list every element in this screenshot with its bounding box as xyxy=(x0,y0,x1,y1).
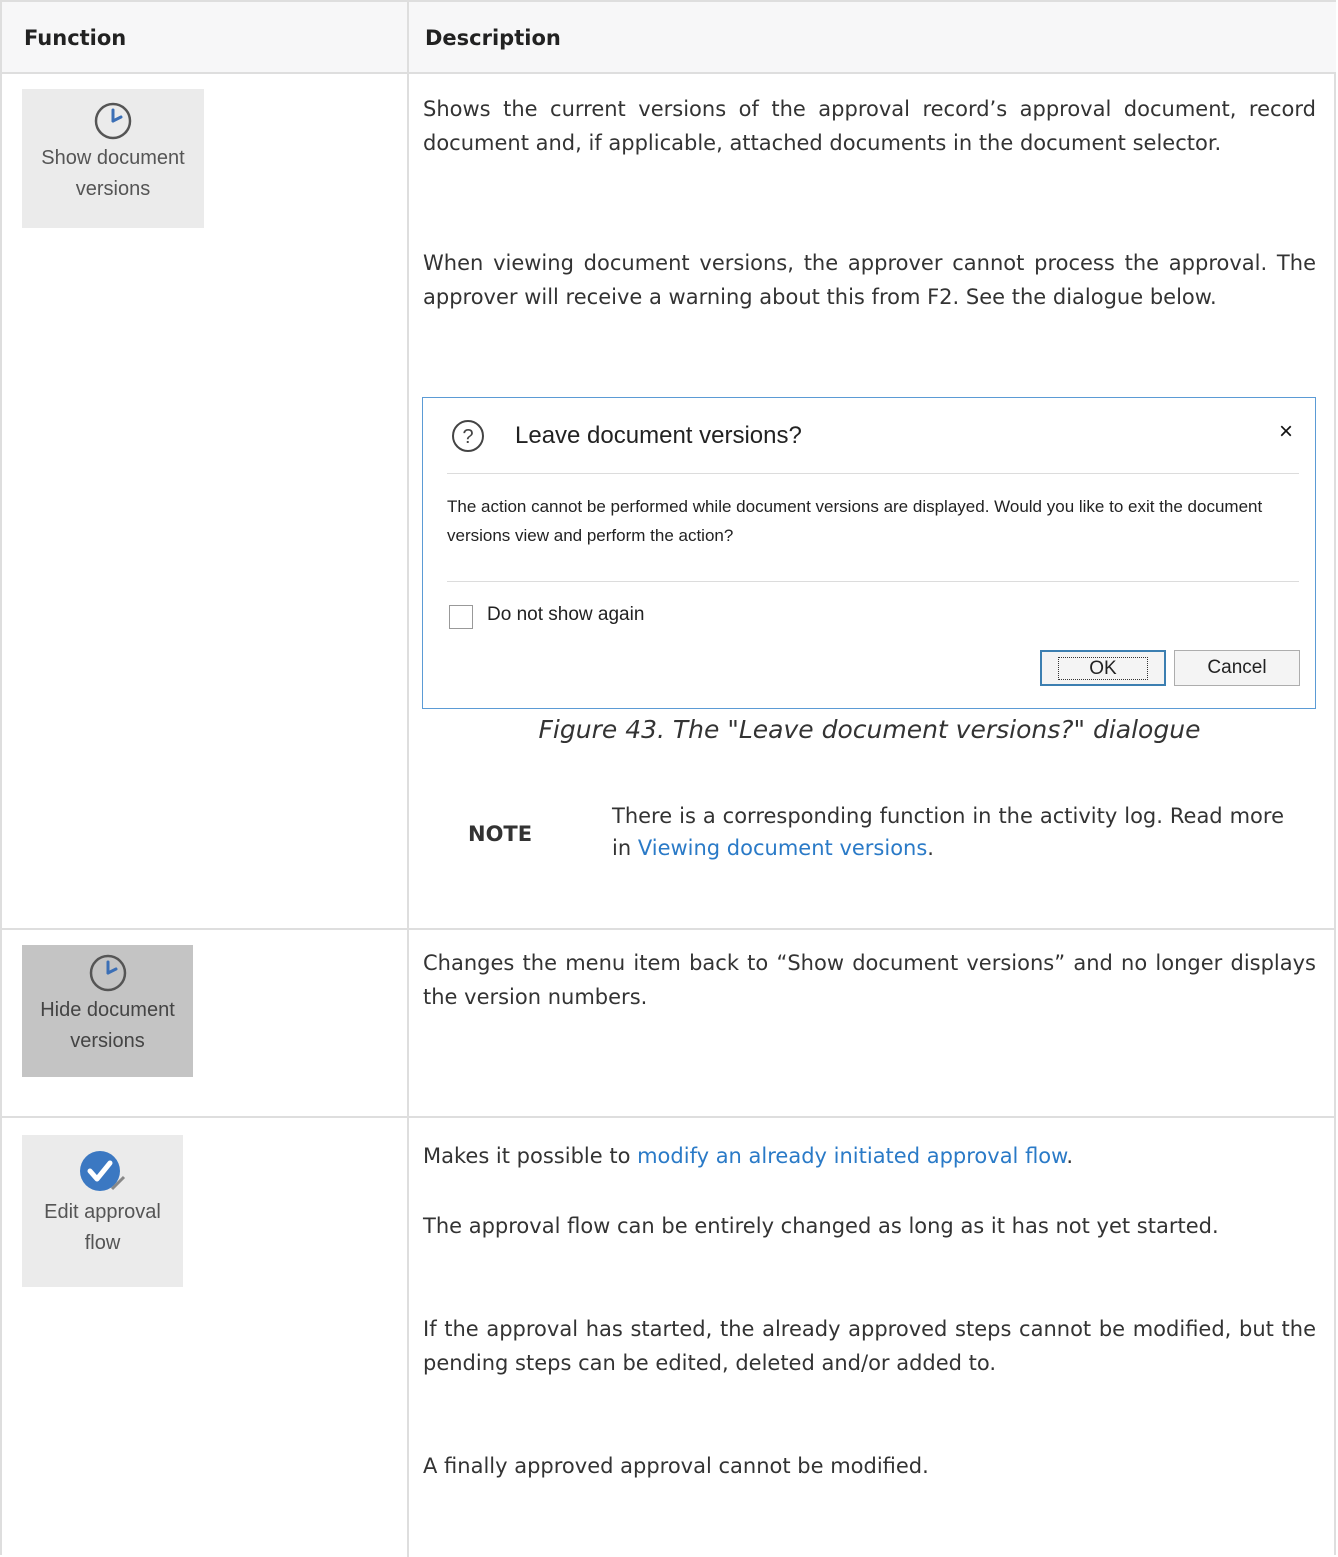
ok-button[interactable]: OK xyxy=(1040,650,1166,686)
button-label: versions xyxy=(70,1030,145,1052)
description-paragraph: If the approval has started, the already… xyxy=(423,1317,1316,1375)
description-paragraph: Shows the current versions of the approv… xyxy=(423,97,1316,155)
clock-icon xyxy=(89,954,126,992)
note-text: There is a corresponding function in the… xyxy=(612,800,1284,864)
show-document-versions-button[interactable]: Show document versions xyxy=(22,89,204,228)
note-label: NOTE xyxy=(468,822,533,846)
note-text-end: . xyxy=(927,836,934,860)
table-header: Function Description xyxy=(2,2,1336,74)
modify-approval-flow-link[interactable]: modify an already initiated approval flo… xyxy=(637,1144,1066,1168)
column-divider xyxy=(407,2,409,1557)
hide-document-versions-button[interactable]: Hide document versions xyxy=(22,945,193,1077)
figure-caption: Figure 43. The "Leave document versions?… xyxy=(538,715,1201,744)
button-label: versions xyxy=(75,178,151,200)
divider xyxy=(447,473,1299,474)
description-paragraph: Changes the menu item back to “Show docu… xyxy=(423,951,1316,1009)
checkbox-label: Do not show again xyxy=(487,604,645,625)
description-paragraph: The approval flow can be entirely change… xyxy=(423,1214,1219,1238)
button-label: flow xyxy=(84,1232,121,1254)
button-label: Hide document xyxy=(40,999,175,1021)
do-not-show-checkbox[interactable] xyxy=(449,605,473,629)
svg-text:?: ? xyxy=(462,426,473,448)
header-description: Description xyxy=(425,26,561,50)
ok-label: OK xyxy=(1058,657,1148,680)
dialog-title: Leave document versions? xyxy=(515,422,802,449)
edit-approval-flow-button[interactable]: Edit approval flow xyxy=(22,1135,183,1287)
description-paragraph: A finally approved approval cannot be mo… xyxy=(423,1454,929,1478)
description-paragraph: Makes it possible to modify an already i… xyxy=(423,1139,1316,1173)
question-icon: ? xyxy=(452,420,484,452)
text-end: . xyxy=(1066,1144,1074,1168)
viewing-document-versions-link[interactable]: Viewing document versions xyxy=(638,836,927,860)
button-label: Show document xyxy=(41,147,185,169)
dialog-message: The action cannot be performed while doc… xyxy=(447,497,1263,545)
cancel-button[interactable]: Cancel xyxy=(1174,650,1300,686)
button-label: Edit approval xyxy=(44,1201,161,1223)
divider xyxy=(447,581,1299,582)
checkmark-edit-icon xyxy=(79,1151,125,1191)
description-paragraph: When viewing document versions, the appr… xyxy=(423,251,1316,309)
leave-versions-dialog: ? Leave document versions? × The action … xyxy=(422,397,1316,709)
header-function: Function xyxy=(24,26,127,50)
clock-icon xyxy=(94,102,132,140)
close-icon[interactable]: × xyxy=(1279,418,1293,446)
text-start: Makes it possible to xyxy=(423,1144,638,1168)
